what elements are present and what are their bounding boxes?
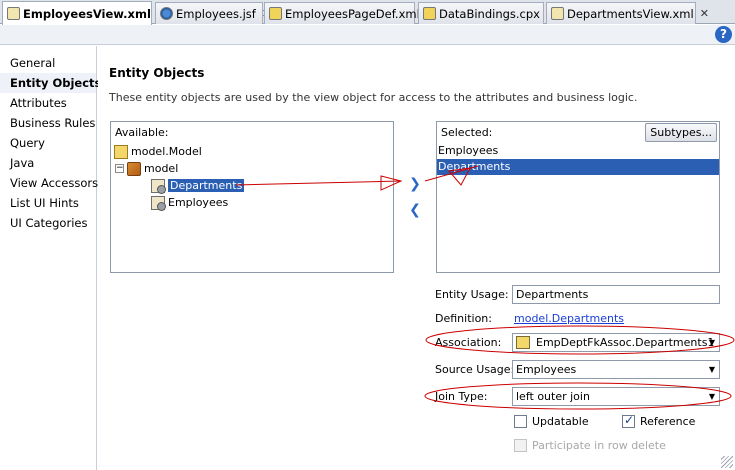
editor-tab-bar: EmployeesView.xml ✕ Employees.jsf ✕ Empl… bbox=[0, 0, 735, 25]
nav-item-list-ui-hints[interactable]: List UI Hints bbox=[0, 193, 96, 213]
tree-node-label: model bbox=[144, 162, 179, 175]
list-item-employees[interactable]: Employees bbox=[437, 143, 719, 159]
association-dropdown[interactable]: EmpDeptFkAssoc.Departments1 ▼ bbox=[512, 333, 720, 352]
tree-node-departments[interactable]: Departments bbox=[151, 177, 245, 194]
tab-label: DepartmentsView.xml bbox=[567, 6, 694, 21]
definition-label: Definition: bbox=[435, 312, 492, 325]
participate-in-row-delete-checkbox: Participate in row delete bbox=[514, 439, 666, 452]
join-type-value: left outer join bbox=[516, 390, 590, 403]
tree-node-model-model[interactable]: model.Model bbox=[114, 143, 202, 160]
tab-label: EmployeesView.xml bbox=[23, 6, 151, 21]
tree-node-model-package[interactable]: − model bbox=[115, 160, 178, 177]
nav-item-entity-objects[interactable]: Entity Objects bbox=[0, 73, 101, 93]
nav-item-query[interactable]: Query bbox=[0, 133, 96, 153]
checkbox-box bbox=[514, 439, 527, 452]
list-item-departments[interactable]: Departments bbox=[437, 159, 719, 175]
dropdown-arrow-icon: ▼ bbox=[708, 392, 715, 401]
association-label: Association: bbox=[435, 336, 502, 349]
source-usage-dropdown[interactable]: Employees ▼ bbox=[512, 360, 720, 379]
help-icon[interactable]: ? bbox=[715, 26, 732, 43]
databindings-icon bbox=[423, 7, 436, 20]
package-icon bbox=[127, 161, 141, 176]
move-left-button[interactable]: ❮ bbox=[408, 203, 422, 217]
tree-node-label: Employees bbox=[168, 196, 229, 209]
page-description: These entity objects are used by the vie… bbox=[109, 91, 638, 104]
entity-object-icon bbox=[151, 178, 166, 194]
reference-label: Reference bbox=[640, 415, 696, 428]
updatable-label: Updatable bbox=[532, 415, 589, 428]
join-type-label: Join Type: bbox=[435, 390, 488, 403]
checkbox-box bbox=[514, 415, 527, 428]
selected-list[interactable]: Selected: Subtypes... Employees Departme… bbox=[436, 121, 720, 273]
entity-object-icon bbox=[151, 195, 166, 211]
entity-objects-page: Entity Objects These entity objects are … bbox=[98, 46, 735, 470]
tree-node-label: Departments bbox=[168, 179, 245, 192]
xml-file-icon bbox=[551, 7, 564, 20]
jsf-file-icon bbox=[160, 7, 173, 20]
definition-link[interactable]: model.Departments bbox=[514, 312, 624, 325]
nav-item-attributes[interactable]: Attributes bbox=[0, 93, 96, 113]
tab-employeesview-xml[interactable]: EmployeesView.xml ✕ bbox=[2, 1, 166, 25]
tab-departmentsview-xml[interactable]: DepartmentsView.xml ✕ bbox=[546, 2, 709, 24]
resize-grip[interactable] bbox=[721, 456, 733, 468]
checkbox-box bbox=[622, 413, 635, 428]
tab-label: DataBindings.cpx bbox=[439, 6, 540, 21]
dropdown-arrow-icon: ▼ bbox=[708, 338, 715, 347]
reference-checkbox[interactable]: Reference bbox=[622, 413, 696, 428]
page-title: Entity Objects bbox=[109, 66, 205, 80]
nav-item-ui-categories[interactable]: UI Categories bbox=[0, 213, 96, 233]
source-usage-label: Source Usage: bbox=[435, 363, 515, 376]
nav-item-view-accessors[interactable]: View Accessors bbox=[0, 173, 98, 193]
association-icon bbox=[516, 336, 530, 349]
tab-databindings-cpx[interactable]: DataBindings.cpx ✕ bbox=[418, 2, 555, 24]
tab-employees-jsf[interactable]: Employees.jsf ✕ bbox=[155, 2, 271, 24]
editor-navigation: General Entity Objects Attributes Busine… bbox=[0, 46, 101, 470]
tab-label: EmployeesPageDef.xml bbox=[285, 6, 420, 21]
source-usage-value: Employees bbox=[516, 363, 577, 376]
close-icon[interactable]: ✕ bbox=[700, 7, 709, 20]
join-type-dropdown[interactable]: left outer join ▼ bbox=[512, 387, 720, 406]
available-tree[interactable]: Available: model.Model − model Departmen… bbox=[110, 121, 394, 273]
nav-item-java[interactable]: Java bbox=[0, 153, 96, 173]
collapse-icon[interactable]: − bbox=[115, 164, 124, 173]
tab-employeespagedef-xml[interactable]: EmployeesPageDef.xml ✕ bbox=[264, 2, 435, 24]
tree-node-employees[interactable]: Employees bbox=[151, 194, 228, 211]
dropdown-arrow-icon: ▼ bbox=[708, 365, 715, 374]
page-def-icon bbox=[269, 7, 282, 20]
tab-label: Employees.jsf bbox=[176, 6, 256, 21]
project-folder-icon bbox=[114, 144, 128, 159]
association-value: EmpDeptFkAssoc.Departments1 bbox=[536, 336, 715, 349]
entity-usage-label: Entity Usage: bbox=[435, 288, 509, 301]
help-strip: ? bbox=[0, 25, 735, 45]
nav-item-general[interactable]: General bbox=[0, 53, 96, 73]
subtypes-button[interactable]: Subtypes... bbox=[645, 123, 717, 142]
entity-usage-field[interactable]: Departments bbox=[512, 285, 720, 304]
participate-label: Participate in row delete bbox=[532, 439, 666, 452]
available-label: Available: bbox=[115, 126, 169, 139]
tree-node-label: model.Model bbox=[131, 145, 202, 158]
xml-file-icon bbox=[7, 7, 20, 20]
move-right-button[interactable]: ❯ bbox=[408, 177, 422, 191]
updatable-checkbox[interactable]: Updatable bbox=[514, 415, 589, 428]
nav-item-business-rules[interactable]: Business Rules bbox=[0, 113, 96, 133]
selected-label: Selected: bbox=[441, 126, 493, 139]
